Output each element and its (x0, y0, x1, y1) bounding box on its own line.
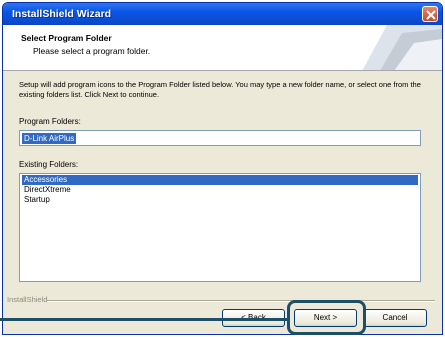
existing-folders-label: Existing Folders: (19, 160, 79, 169)
program-folder-label: Program Folders: (19, 117, 81, 126)
instructions-text: Setup will add program icons to the Prog… (19, 80, 421, 99)
folder-item-accessories[interactable]: Accessories (22, 175, 418, 185)
title-bar[interactable]: InstallShield Wizard (3, 3, 442, 25)
close-icon (426, 10, 436, 20)
program-folder-input[interactable]: D-Link AirPlus (19, 130, 421, 146)
wizard-header: Select Program Folder Please select a pr… (3, 25, 442, 71)
header-subtitle: Please select a program folder. (33, 46, 151, 56)
next-button-highlight (287, 300, 366, 335)
installshield-window: InstallShield Wizard Select Program Fold… (2, 2, 443, 335)
footer-divider (47, 300, 435, 302)
installshield-brand: InstallShield (7, 295, 48, 304)
callout-pointer-line (0, 318, 288, 321)
header-title: Select Program Folder (21, 33, 112, 43)
cancel-button[interactable]: Cancel (363, 309, 427, 327)
wizard-body: Setup will add program icons to the Prog… (3, 72, 442, 292)
wizard-footer: InstallShield < Back Next > Cancel (3, 292, 442, 334)
installer-graphic-icon (362, 25, 442, 70)
folder-item-directxtreme[interactable]: DirectXtreme (20, 185, 420, 195)
folder-item-startup[interactable]: Startup (20, 195, 420, 205)
existing-folders-list[interactable]: Accessories DirectXtreme Startup (19, 173, 421, 282)
program-folder-value: D-Link AirPlus (22, 133, 77, 144)
window-title: InstallShield Wizard (12, 8, 112, 20)
close-button[interactable] (422, 6, 438, 22)
